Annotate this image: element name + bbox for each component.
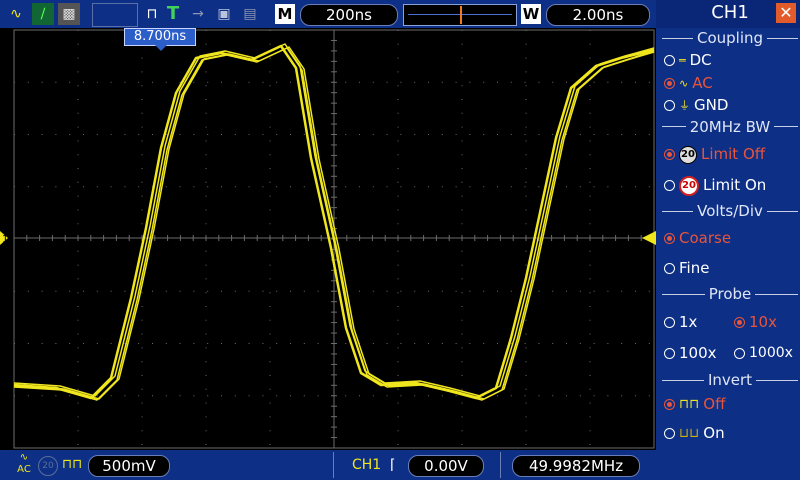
radio-selected-icon <box>664 78 675 89</box>
trigger-offset-pointer <box>155 45 167 51</box>
probe-title: Probe <box>704 285 756 303</box>
bandwidth-option-off[interactable]: 20 Limit Off <box>664 143 765 165</box>
probe-option-10x[interactable]: 10x <box>734 311 777 333</box>
ground-icon: ⏚ <box>679 98 690 112</box>
channel1-marker-label: 1 <box>2 234 8 245</box>
save-icon[interactable]: ▣ <box>214 3 234 25</box>
persistence-icon[interactable]: ▩ <box>58 3 80 25</box>
invert-title: Invert <box>703 371 757 389</box>
trigger-status: T <box>166 3 180 24</box>
print-icon[interactable]: ▤ <box>240 3 260 25</box>
bw-limit-on-icon: 20 <box>679 175 699 196</box>
radio-icon <box>734 347 745 359</box>
waveform-display[interactable]: 1 <box>0 28 656 450</box>
coupling-ac-icon: ∿ AC <box>17 452 31 475</box>
frequency-counter: 49.9982MHz <box>512 455 640 477</box>
coupling-option-gnd[interactable]: ⏚ GND <box>664 94 728 116</box>
waveform-mode-icon[interactable]: ∿ <box>4 3 28 25</box>
memory-position-bar[interactable] <box>403 4 517 26</box>
radio-selected-icon <box>734 317 745 328</box>
radio-icon <box>664 348 675 359</box>
probe-option-1x[interactable]: 1x <box>664 311 697 333</box>
bw-limit-off-icon: 20 <box>679 145 697 164</box>
bandwidth-title: 20MHz BW <box>685 118 775 136</box>
radio-icon <box>664 100 675 111</box>
trigger-offset-label: 8.700ns <box>124 28 196 46</box>
memory-indicator <box>92 3 138 27</box>
volts-option-coarse[interactable]: Coarse <box>664 227 731 249</box>
ac-coupling-icon: ∿ <box>679 76 689 90</box>
invert-status-icon: ⊓⊓ <box>62 457 83 472</box>
radio-icon <box>664 317 675 328</box>
volts-option-fine[interactable]: Fine <box>664 257 709 279</box>
coupling-option-ac[interactable]: ∿ AC <box>664 72 713 94</box>
window-label: W <box>521 4 541 24</box>
radio-selected-icon <box>664 399 675 410</box>
probe-option-1000x[interactable]: 1000x <box>734 342 793 364</box>
coupling-option-dc[interactable]: ═ DC <box>664 49 712 71</box>
panel-title: CH1 <box>711 2 749 23</box>
radio-icon <box>664 428 675 439</box>
invert-on-icon: ⊔⊔ <box>679 425 700 441</box>
invert-option-off[interactable]: ⊓⊓ Off <box>664 393 725 415</box>
radio-icon <box>664 180 675 191</box>
trigger-level[interactable]: 0.00V <box>408 455 484 477</box>
trigger-level-marker[interactable] <box>642 231 656 245</box>
link-icon: → <box>192 6 204 22</box>
radio-icon <box>664 263 675 274</box>
trigger-source[interactable]: CH1 <box>352 455 381 475</box>
coupling-title: Coupling <box>692 29 768 47</box>
vector-icon[interactable]: ∕ <box>32 3 54 25</box>
coupling-tag: AC <box>17 464 31 475</box>
radio-icon <box>664 55 675 66</box>
close-icon[interactable]: ✕ <box>776 3 796 23</box>
radio-selected-icon <box>664 149 675 160</box>
trigger-position-marker <box>460 6 462 24</box>
bandwidth-option-on[interactable]: 20 Limit On <box>664 174 766 196</box>
invert-off-icon: ⊓⊓ <box>679 396 700 412</box>
volts-div-title: Volts/Div <box>693 202 767 220</box>
dc-coupling-icon: ═ <box>679 53 686 67</box>
timebase-value[interactable]: 200ns <box>300 4 398 26</box>
main-timebase-label: M <box>275 4 295 24</box>
invert-option-on[interactable]: ⊔⊔ On <box>664 422 725 444</box>
bandwidth-limit-icon: 20 <box>38 456 58 476</box>
rising-edge-icon: ⌈ <box>390 457 396 473</box>
volts-per-div[interactable]: 500mV <box>88 455 170 477</box>
probe-option-100x[interactable]: 100x <box>664 342 717 364</box>
run-stop-icon[interactable]: ⊓ <box>142 3 162 25</box>
window-value[interactable]: 2.00ns <box>546 4 650 26</box>
radio-selected-icon <box>664 233 675 244</box>
